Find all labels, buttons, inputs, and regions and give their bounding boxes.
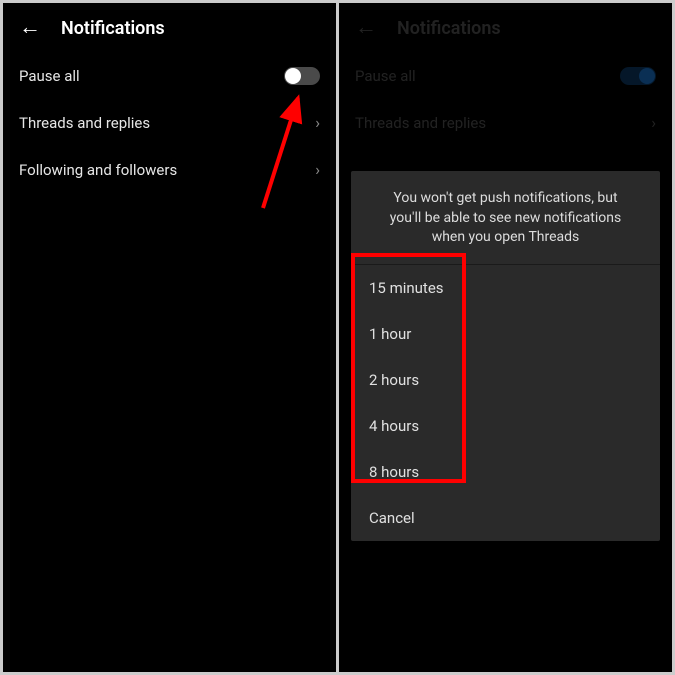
option-1-hour[interactable]: 1 hour: [351, 311, 660, 357]
following-row[interactable]: Following and followers ›: [3, 146, 336, 193]
back-arrow-icon[interactable]: ←: [19, 17, 41, 39]
threads-row[interactable]: Threads and replies ›: [339, 99, 672, 146]
back-arrow-icon[interactable]: ←: [355, 17, 377, 39]
pause-all-row[interactable]: Pause all: [3, 53, 336, 99]
pause-all-label: Pause all: [19, 67, 80, 85]
screen-right: ← Notifications Pause all Threads and re…: [339, 3, 672, 672]
option-15-minutes[interactable]: 15 minutes: [351, 265, 660, 311]
pause-all-toggle[interactable]: [620, 67, 656, 85]
pause-all-toggle[interactable]: [284, 67, 320, 85]
threads-label: Threads and replies: [19, 114, 150, 132]
chevron-right-icon: ›: [651, 113, 656, 132]
screen-left: ← Notifications Pause all Threads and re…: [3, 3, 336, 672]
sheet-message: You won't get push notifications, but yo…: [351, 171, 660, 265]
pause-all-label: Pause all: [355, 67, 416, 85]
pause-all-row[interactable]: Pause all: [339, 53, 672, 99]
threads-row[interactable]: Threads and replies ›: [3, 99, 336, 146]
header: ← Notifications: [3, 3, 336, 53]
option-2-hours[interactable]: 2 hours: [351, 357, 660, 403]
option-8-hours[interactable]: 8 hours: [351, 449, 660, 495]
following-label: Following and followers: [19, 161, 177, 179]
page-title: Notifications: [61, 18, 165, 39]
threads-label: Threads and replies: [355, 114, 486, 132]
page-title: Notifications: [397, 18, 501, 39]
chevron-right-icon: ›: [315, 160, 320, 179]
header: ← Notifications: [339, 3, 672, 53]
chevron-right-icon: ›: [315, 113, 320, 132]
cancel-button[interactable]: Cancel: [351, 495, 660, 541]
duration-sheet: You won't get push notifications, but yo…: [351, 171, 660, 541]
option-4-hours[interactable]: 4 hours: [351, 403, 660, 449]
